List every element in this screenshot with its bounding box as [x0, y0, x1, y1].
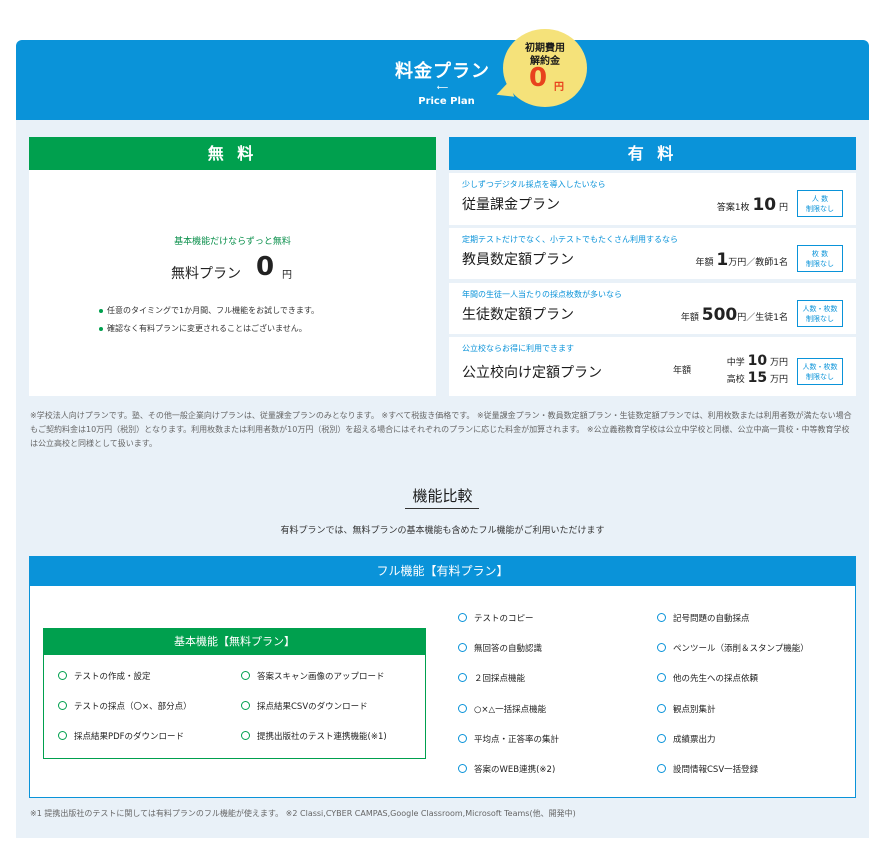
bullet-icon [99, 308, 103, 313]
circle-icon [241, 701, 250, 710]
feature-item: テストのコピー [458, 612, 534, 624]
plan-limit-badge: 人数・枚数 制限なし [797, 358, 843, 385]
page-title: 料金プラン [395, 61, 490, 82]
feature-item: ペンツール（添削＆スタンプ機能） [657, 642, 809, 654]
feature-item: 採点結果PDFのダウンロード [58, 730, 184, 742]
feature-item: 設問情報CSV一括登録 [657, 763, 758, 775]
feature-item: テストの採点（〇×、部分点） [58, 700, 192, 712]
paid-plan-heading: 有 料 [449, 137, 856, 170]
badge-zero: 0 [529, 63, 548, 93]
plan-limit-badge: 枚 数制限なし [797, 245, 843, 272]
circle-icon [241, 671, 250, 680]
circle-icon [458, 673, 467, 682]
arrow-icon: ⟵ [436, 83, 449, 92]
free-plan-note: 確認なく有料プランに変更されることはございません。 [99, 323, 307, 334]
plan-name: 公立校向け定額プラン [462, 365, 602, 381]
plan-limit-badge: 人数・枚数 制限なし [797, 300, 843, 327]
plan-price: 年額 500円／生徒1名 [680, 305, 788, 325]
feature-item: 提携出版社のテスト連携機能(※1) [241, 730, 387, 742]
free-plan-note: 任意のタイミングで1か月間、フル機能をお試しできます。 [99, 305, 319, 316]
circle-icon [657, 673, 666, 682]
footnote: ※1 提携出版社のテストに関しては有料プランのフル機能が使えます。 ※2 Cla… [30, 809, 576, 818]
plan-row-teacher: 定期テストだけでなく、小テストでもたくさん利用するなら 教員数定額プラン 年額 … [449, 228, 856, 279]
circle-icon [58, 731, 67, 740]
feature-item: 他の先生への採点依頼 [657, 672, 758, 684]
free-plan-yen: 円 [282, 270, 292, 281]
page-subtitle: Price Plan [418, 96, 475, 107]
circle-icon [458, 704, 467, 713]
zero-cost-badge: 初期費用 解約金 0 円 [503, 29, 587, 107]
feature-item: 採点結果CSVのダウンロード [241, 700, 368, 712]
pricing-disclaimer: ※学校法人向けプランです。塾、その他一般企業向けプランは、従量課金プランのみとな… [30, 411, 852, 448]
plan-row-metered: 少しずつデジタル採点を導入したいなら 従量課金プラン 答案1枚 10 円 人 数… [449, 173, 856, 225]
circle-icon [458, 613, 467, 622]
section-subtitle: 有料プランでは、無料プランの基本機能も含めたフル機能がご利用いただけます [280, 526, 605, 536]
free-plan-tagline: 基本機能だけならずっと無料 [174, 237, 291, 247]
free-plan-name: 無料プラン [171, 266, 241, 282]
feature-item: 成績票出力 [657, 733, 716, 745]
plan-price-label: 年額 [672, 366, 691, 376]
plan-name: 生徒数定額プラン [462, 307, 574, 323]
circle-icon [458, 764, 467, 773]
circle-icon [657, 613, 666, 622]
plan-row-public-school: 公立校ならお得に利用できます 公立校向け定額プラン 年額 中学 10 万円 高校… [449, 337, 856, 396]
plan-tagline: 少しずつデジタル採点を導入したいなら [462, 180, 606, 189]
plan-price: 年額 1万円／教師1名 [695, 250, 788, 270]
full-features-heading: フル機能【有料プラン】 [29, 556, 856, 586]
plan-name: 従量課金プラン [462, 197, 560, 213]
circle-icon [657, 734, 666, 743]
circle-icon [458, 734, 467, 743]
plan-price: 答案1枚 10 円 [716, 195, 788, 215]
plan-price-senior: 高校 15 万円 [726, 370, 788, 386]
feature-item: 答案スキャン画像のアップロード [241, 670, 385, 682]
free-plan-card: 基本機能だけならずっと無料 無料プラン 0 円 任意のタイミングで1か月間、フル… [29, 170, 436, 396]
circle-icon [657, 764, 666, 773]
circle-icon [58, 671, 67, 680]
circle-icon [458, 643, 467, 652]
section-divider [405, 508, 479, 509]
basic-features-heading: 基本機能【無料プラン】 [43, 628, 426, 655]
free-plan-heading: 無 料 [29, 137, 436, 170]
circle-icon [657, 643, 666, 652]
feature-item: 答案のWEB連携(※2) [458, 763, 555, 775]
plan-tagline: 定期テストだけでなく、小テストでもたくさん利用するなら [462, 235, 678, 244]
circle-icon [241, 731, 250, 740]
free-plan-price: 0 [256, 252, 275, 282]
feature-item: 観点別集計 [657, 703, 716, 715]
feature-item: 無回答の自動認識 [458, 642, 542, 654]
plan-tagline: 公立校ならお得に利用できます [462, 344, 574, 353]
badge-yen: 円 [554, 82, 564, 93]
feature-item: テストの作成・設定 [58, 670, 151, 682]
feature-item: 平均点・正答率の集計 [458, 733, 559, 745]
section-title: 機能比較 [412, 487, 473, 505]
plan-limit-badge: 人 数制限なし [797, 190, 843, 217]
feature-item: 記号問題の自動採点 [657, 612, 750, 624]
bullet-icon [99, 326, 103, 331]
plan-name: 教員数定額プラン [462, 252, 574, 268]
feature-item: ２回採点機能 [458, 672, 525, 684]
plan-tagline: 年間の生徒一人当たりの採点枚数が多いなら [462, 290, 622, 299]
plan-price-junior: 中学 10 万円 [726, 353, 788, 369]
circle-icon [58, 701, 67, 710]
circle-icon [657, 704, 666, 713]
feature-item: ○×△一括採点機能 [458, 703, 546, 715]
plan-row-student: 年間の生徒一人当たりの採点枚数が多いなら 生徒数定額プラン 年額 500円／生徒… [449, 283, 856, 334]
